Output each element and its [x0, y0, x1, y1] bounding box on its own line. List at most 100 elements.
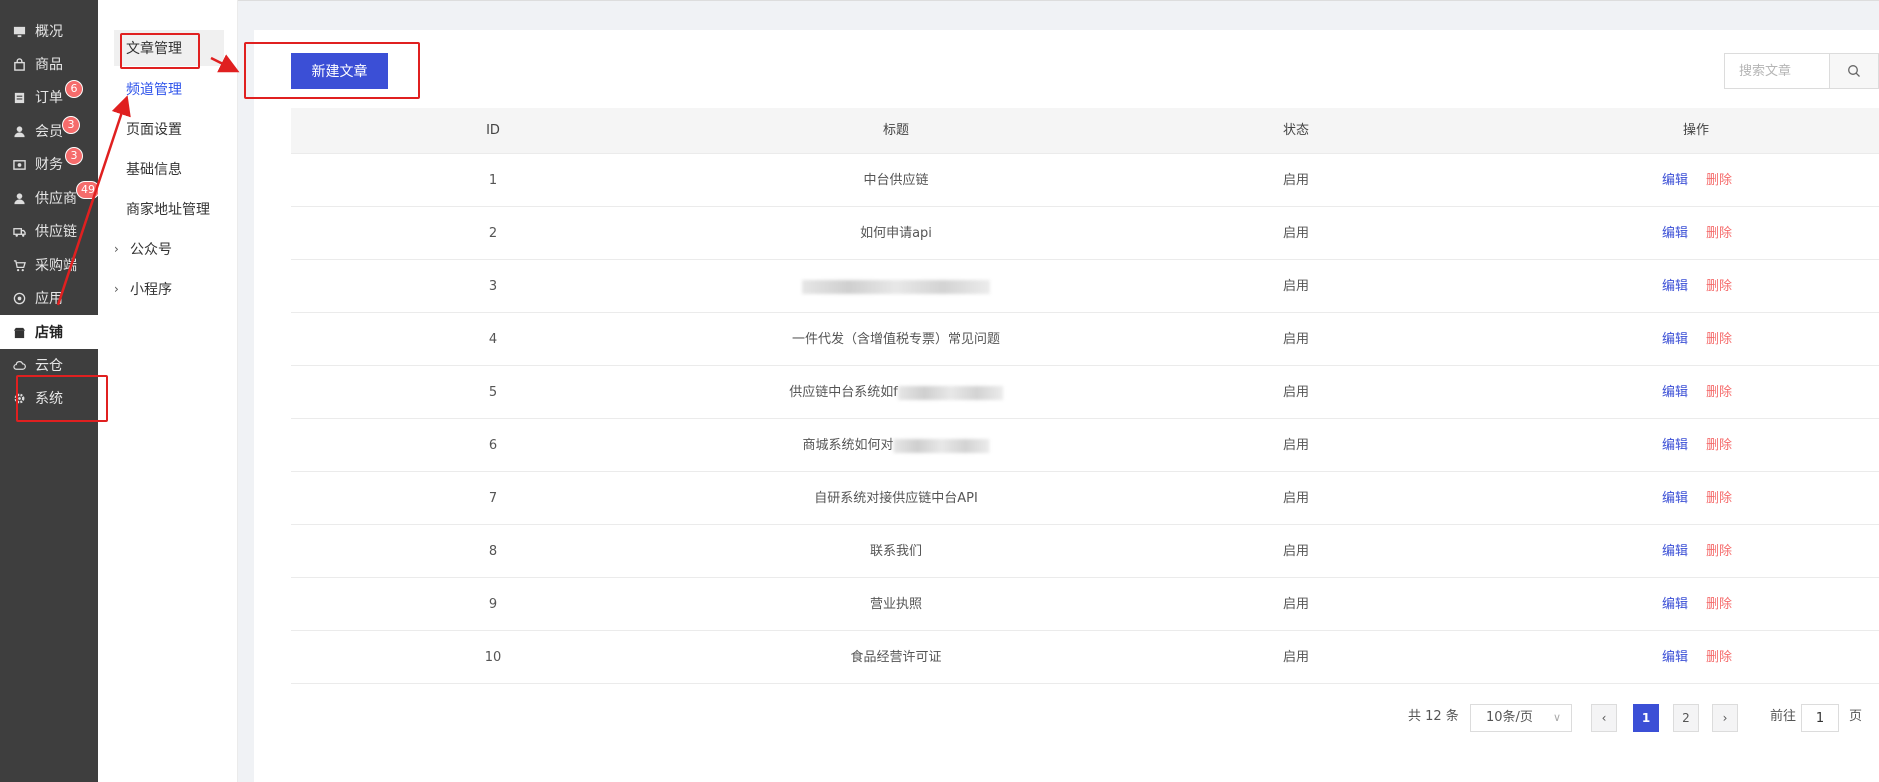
nav-item-finance[interactable]: 财务 — [0, 147, 98, 181]
edit-link[interactable]: 编辑 — [1662, 419, 1688, 472]
row-status: 启用 — [1282, 544, 1310, 559]
submenu-official-account[interactable]: › 公众号 — [114, 231, 224, 267]
nav-item-system[interactable]: 系统 — [0, 381, 98, 415]
nav-item-overview[interactable]: 概况 — [0, 14, 98, 48]
submenu-merchant-address[interactable]: 商家地址管理 — [114, 191, 224, 227]
row-id: 6 — [488, 438, 498, 453]
delete-link[interactable]: 删除 — [1706, 154, 1732, 207]
edit-link[interactable]: 编辑 — [1662, 366, 1688, 419]
table-row: 10 食品经营许可证 启用 编辑 删除 — [291, 631, 1879, 684]
nav-item-label: 供应商 — [35, 191, 77, 207]
edit-link[interactable]: 编辑 — [1662, 154, 1688, 207]
edit-link[interactable]: 编辑 — [1662, 207, 1688, 260]
nav-item-orders[interactable]: 订单 — [0, 80, 98, 114]
delete-link[interactable]: 删除 — [1706, 578, 1732, 631]
user-icon — [12, 191, 26, 205]
row-status: 启用 — [1282, 597, 1310, 612]
next-page-button[interactable]: › — [1712, 704, 1738, 732]
submenu-article-management[interactable]: 文章管理 — [114, 30, 224, 66]
delete-link[interactable]: 删除 — [1706, 525, 1732, 578]
goto-page-input[interactable] — [1801, 704, 1839, 732]
truck-icon — [12, 224, 26, 238]
redacted-text — [893, 438, 990, 453]
submenu-item-label: 小程序 — [130, 282, 172, 298]
page-size-select[interactable]: 10条/页 ∨ — [1470, 704, 1572, 732]
edit-link[interactable]: 编辑 — [1662, 631, 1688, 684]
new-article-button[interactable]: 新建文章 — [291, 53, 388, 89]
top-divider — [238, 0, 1879, 1]
nav-item-label: 概况 — [35, 24, 63, 40]
row-id: 4 — [488, 332, 498, 347]
row-title-redacted — [802, 260, 990, 313]
nav-item-label: 店铺 — [35, 325, 63, 341]
nav-item-supply-chain[interactable]: 供应链 — [0, 214, 98, 248]
user-icon — [12, 124, 26, 138]
row-id: 5 — [488, 385, 498, 400]
submenu-basic-info[interactable]: 基础信息 — [114, 151, 224, 187]
delete-link[interactable]: 删除 — [1706, 207, 1732, 260]
row-title: 商城系统如何对 — [802, 419, 990, 472]
nav-item-members[interactable]: 会员 — [0, 114, 98, 148]
cloud-icon — [12, 358, 26, 372]
delete-link[interactable]: 删除 — [1706, 313, 1732, 366]
row-title-text: 商城系统如何对 — [802, 438, 894, 453]
nav-item-label: 财务 — [35, 157, 63, 173]
delete-link[interactable]: 删除 — [1706, 631, 1732, 684]
table-row: 6 商城系统如何对 启用 编辑 删除 — [291, 419, 1879, 472]
edit-link[interactable]: 编辑 — [1662, 525, 1688, 578]
search-input[interactable] — [1725, 54, 1829, 88]
apps-icon — [12, 291, 26, 305]
prev-page-button[interactable]: ‹ — [1591, 704, 1617, 732]
delete-link[interactable]: 删除 — [1706, 366, 1732, 419]
nav-item-label: 云仓 — [35, 358, 63, 374]
row-title-text: 供应链中台系统如f — [789, 385, 898, 400]
row-id: 10 — [484, 650, 502, 665]
row-title: 联系我们 — [869, 544, 923, 559]
delete-link[interactable]: 删除 — [1706, 419, 1732, 472]
delete-link[interactable]: 删除 — [1706, 472, 1732, 525]
nav-item-cloud-warehouse[interactable]: 云仓 — [0, 348, 98, 382]
nav-item-goods[interactable]: 商品 — [0, 47, 98, 81]
submenu-page-settings[interactable]: 页面设置 — [114, 111, 224, 147]
edit-link[interactable]: 编辑 — [1662, 260, 1688, 313]
redacted-text — [802, 279, 990, 294]
goto-label: 前往 — [1770, 709, 1797, 724]
row-id: 7 — [488, 491, 498, 506]
row-status: 启用 — [1282, 438, 1310, 453]
chevron-left-icon: ‹ — [1601, 711, 1607, 725]
page-button-2[interactable]: 2 — [1673, 704, 1699, 732]
edit-link[interactable]: 编辑 — [1662, 578, 1688, 631]
row-status: 启用 — [1282, 332, 1310, 347]
cart-icon — [12, 258, 26, 272]
goto-unit: 页 — [1849, 709, 1863, 724]
bag-icon — [12, 57, 26, 71]
redacted-text — [897, 385, 1003, 400]
nav-item-apps[interactable]: 应用 — [0, 281, 98, 315]
nav-item-purchase[interactable]: 采购端 — [0, 248, 98, 282]
page-button-1[interactable]: 1 — [1633, 704, 1659, 732]
edit-link[interactable]: 编辑 — [1662, 472, 1688, 525]
table-row: 7 自研系统对接供应链中台API 启用 编辑 删除 — [291, 472, 1879, 525]
nav-item-label: 供应链 — [35, 224, 77, 240]
chevron-down-icon: ∨ — [1552, 711, 1561, 724]
members-count-badge: 3 — [62, 116, 80, 134]
row-status: 启用 — [1282, 173, 1310, 188]
submenu-item-label: 基础信息 — [126, 162, 182, 178]
nav-item-store[interactable]: 店铺 — [0, 315, 100, 349]
monitor-icon — [12, 24, 26, 38]
table-header: ID 标题 状态 操作 — [291, 108, 1879, 154]
orders-count-badge: 6 — [65, 80, 83, 98]
delete-link[interactable]: 删除 — [1706, 260, 1732, 313]
gear-icon — [12, 391, 26, 405]
row-status: 启用 — [1282, 491, 1310, 506]
submenu-channel-management[interactable]: 频道管理 — [114, 71, 224, 107]
table-row: 5 供应链中台系统如f 启用 编辑 删除 — [291, 366, 1879, 419]
submenu-item-label: 商家地址管理 — [126, 202, 210, 218]
pagination-total: 共 12 条 — [1408, 709, 1459, 724]
row-title: 食品经营许可证 — [850, 650, 942, 665]
submenu-item-label: 公众号 — [130, 242, 172, 258]
chevron-right-icon: › — [114, 242, 119, 256]
edit-link[interactable]: 编辑 — [1662, 313, 1688, 366]
search-button[interactable] — [1829, 54, 1878, 88]
submenu-mini-program[interactable]: › 小程序 — [114, 271, 224, 307]
